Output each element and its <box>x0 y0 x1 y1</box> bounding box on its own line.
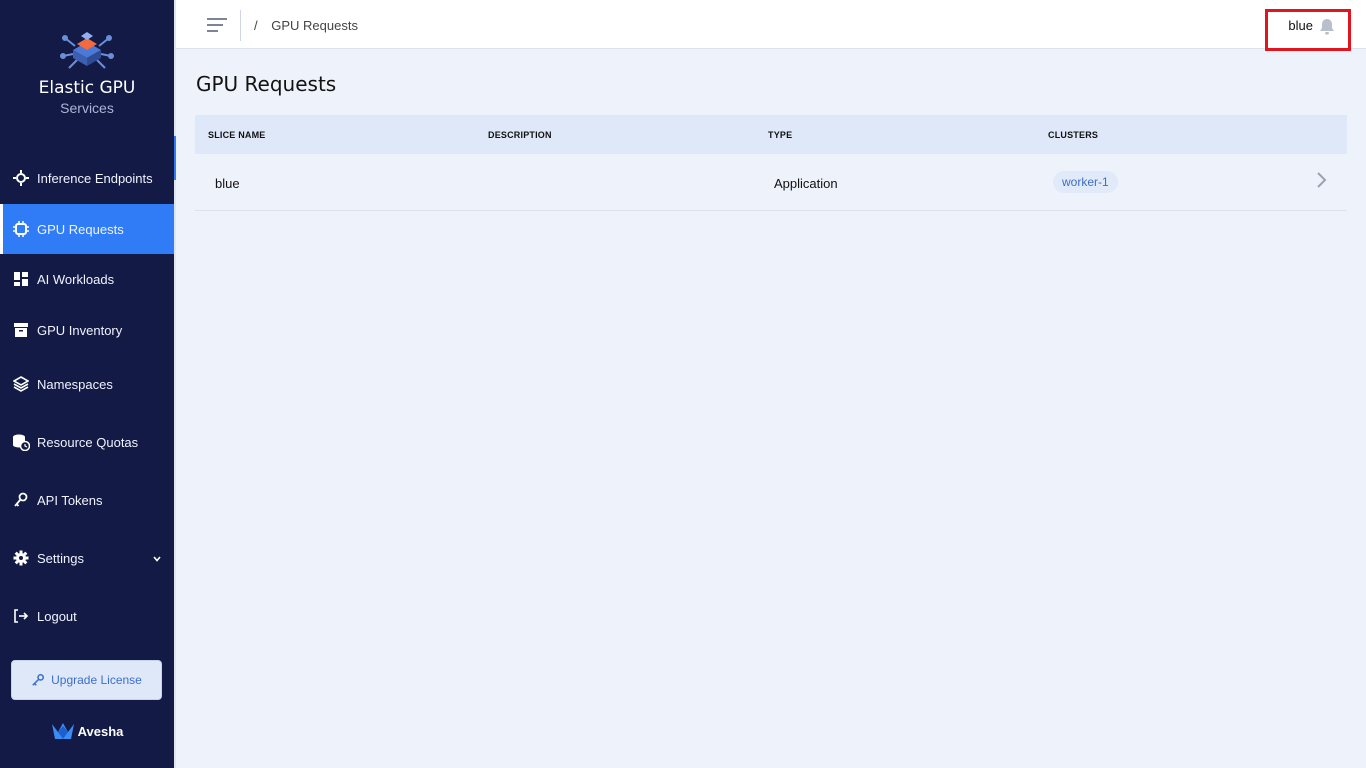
elastic-gpu-logo-icon <box>60 32 114 69</box>
sidebar-divider <box>174 0 176 768</box>
dashboard-icon <box>11 269 31 289</box>
gear-icon <box>11 548 31 568</box>
gpu-requests-table: SLICE NAME DESCRIPTION TYPE CLUSTERS blu… <box>195 115 1347 211</box>
sidebar-item-resource-quotas[interactable]: Resource Quotas <box>0 417 174 467</box>
sidebar: Elastic GPU Services Inference Endpoints… <box>0 0 174 768</box>
sidebar-item-ai-workloads[interactable]: AI Workloads <box>0 254 174 304</box>
header-divider <box>240 10 241 41</box>
column-header-clusters: CLUSTERS <box>1048 130 1099 140</box>
cog-icon <box>11 168 31 188</box>
column-header-slice-name: SLICE NAME <box>208 130 266 140</box>
breadcrumb-current: GPU Requests <box>271 18 358 33</box>
sidebar-item-namespaces[interactable]: Namespaces <box>0 359 174 409</box>
layers-icon <box>11 374 31 394</box>
chip-icon <box>11 219 31 239</box>
sidebar-item-logout[interactable]: Logout <box>0 591 174 641</box>
key-icon <box>31 673 45 687</box>
user-notification-area[interactable]: blue <box>1265 9 1351 51</box>
chevron-down-icon <box>152 552 162 567</box>
avesha-wordmark: Avesha <box>77 723 124 739</box>
sidebar-item-label: GPU Requests <box>37 221 124 237</box>
chevron-right-icon[interactable] <box>1315 171 1327 192</box>
sidebar-item-inference-endpoints[interactable]: Inference Endpoints <box>0 153 174 203</box>
sidebar-item-gpu-inventory[interactable]: GPU Inventory <box>0 305 174 355</box>
sidebar-item-gpu-requests[interactable]: GPU Requests <box>0 204 174 254</box>
logout-icon <box>11 606 31 626</box>
sidebar-item-label: Namespaces <box>37 376 113 392</box>
brand-subtitle: Services <box>60 100 114 116</box>
breadcrumb: / GPU Requests <box>254 18 358 33</box>
upgrade-license-button[interactable]: Upgrade License <box>11 660 162 700</box>
upgrade-license-label: Upgrade License <box>51 673 142 687</box>
sidebar-item-label: Inference Endpoints <box>37 170 153 186</box>
archive-icon <box>11 320 31 340</box>
table-row[interactable]: blue Application worker-1 <box>195 154 1347 211</box>
sidebar-item-label: API Tokens <box>37 492 103 508</box>
sidebar-item-label: AI Workloads <box>37 271 115 287</box>
sidebar-scroll-indicator <box>174 136 176 180</box>
menu-toggle-button[interactable] <box>206 16 228 34</box>
user-name[interactable]: blue <box>1288 18 1313 33</box>
table-header: SLICE NAME DESCRIPTION TYPE CLUSTERS <box>195 115 1347 154</box>
brand-logo: Elastic GPU Services <box>0 28 174 116</box>
bell-icon[interactable] <box>1319 18 1335 40</box>
cluster-chip: worker-1 <box>1053 171 1118 193</box>
cell-type: Application <box>774 176 838 191</box>
cell-slice-name: blue <box>215 176 240 191</box>
breadcrumb-separator: / <box>254 18 258 33</box>
top-header: / GPU Requests blue <box>176 0 1366 51</box>
menu-lines-icon <box>207 18 227 32</box>
sidebar-item-label: GPU Inventory <box>37 322 123 338</box>
brand-title: Elastic GPU <box>38 78 136 98</box>
sidebar-item-label: Resource Quotas <box>37 434 139 450</box>
coins-clock-icon <box>11 432 31 452</box>
column-header-type: TYPE <box>768 130 793 140</box>
key-icon <box>11 490 31 510</box>
sidebar-item-label: Logout <box>37 608 77 624</box>
page-title: GPU Requests <box>196 72 337 96</box>
crown-icon <box>51 723 74 739</box>
avesha-logo: Avesha <box>0 722 174 740</box>
sidebar-item-settings[interactable]: Settings <box>0 533 174 583</box>
sidebar-item-label: Settings <box>37 550 84 566</box>
column-header-description: DESCRIPTION <box>488 130 552 140</box>
sidebar-item-api-tokens[interactable]: API Tokens <box>0 475 174 525</box>
